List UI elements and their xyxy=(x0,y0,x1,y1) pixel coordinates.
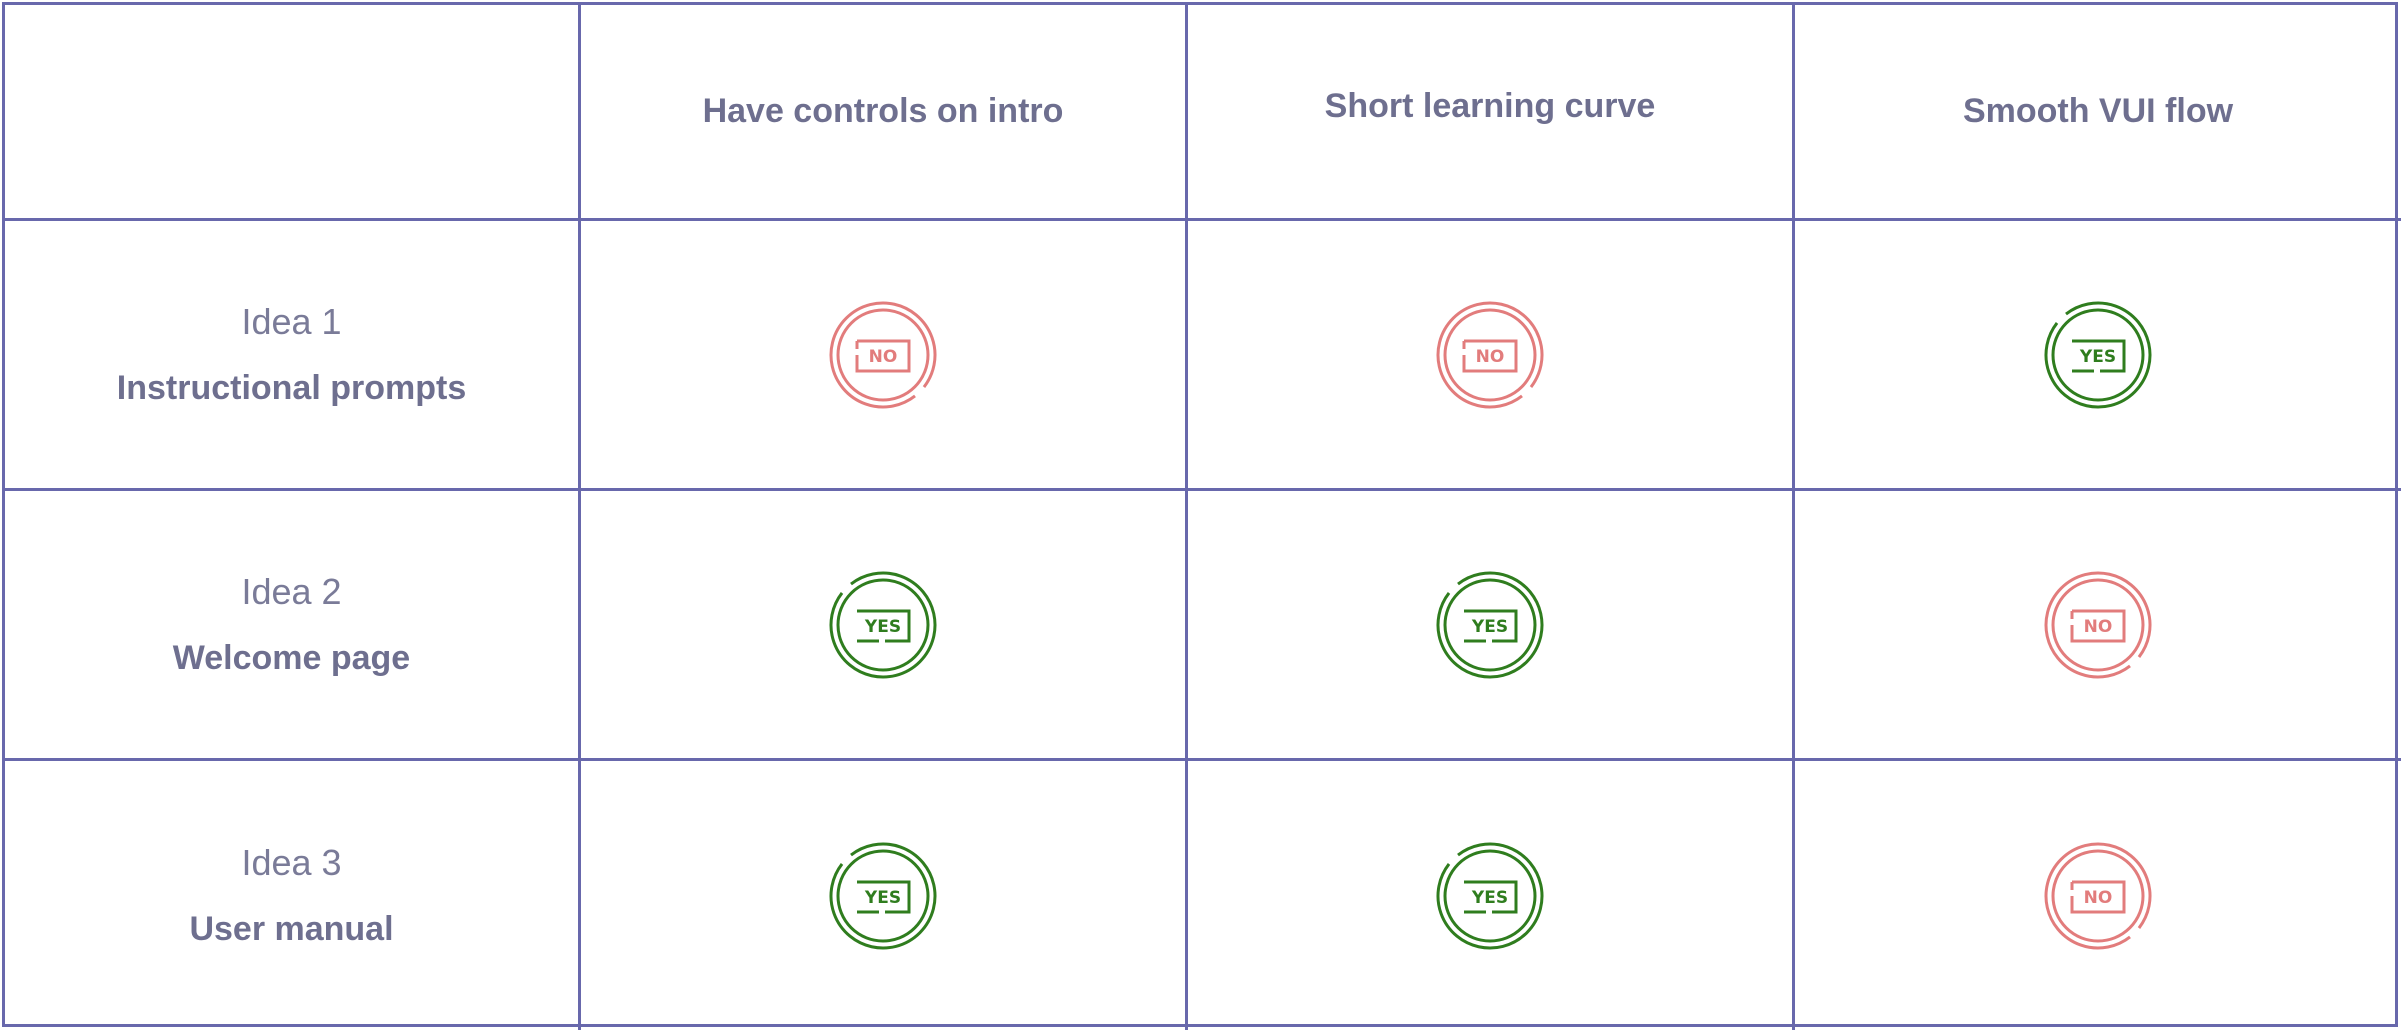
idea-number: Idea 1 xyxy=(241,301,342,342)
idea-number: Idea 2 xyxy=(241,571,342,612)
idea-name: User manual xyxy=(189,910,394,948)
value-cell: NO xyxy=(581,221,1188,491)
badge-label: YES xyxy=(864,888,901,908)
yes-badge-icon: YES xyxy=(1436,571,1544,678)
yes-badge-icon: YES xyxy=(2044,301,2152,408)
row-header-2: Idea 2 Welcome page xyxy=(5,491,581,761)
badge-label: NO xyxy=(1476,347,1505,367)
no-badge-icon: NO xyxy=(1436,301,1544,408)
yes-badge-icon: YES xyxy=(829,842,937,949)
yes-badge-icon: YES xyxy=(829,571,937,678)
idea-number: Idea 3 xyxy=(241,842,342,883)
column-header-2: Short learning curve xyxy=(1188,5,1795,221)
badge-label: NO xyxy=(2084,888,2113,908)
value-cell: YES xyxy=(1188,761,1795,1030)
badge-label: YES xyxy=(864,617,901,637)
value-cell: YES xyxy=(1795,221,2401,491)
corner-cell xyxy=(5,5,581,221)
no-badge-icon: NO xyxy=(2044,571,2152,678)
yes-badge-icon: YES xyxy=(1436,842,1544,949)
column-header-label: Smooth VUI flow xyxy=(1962,92,2234,130)
column-header-3: Smooth VUI flow xyxy=(1795,5,2401,221)
value-cell: YES xyxy=(581,491,1188,761)
value-cell: NO xyxy=(1188,221,1795,491)
no-badge-icon: NO xyxy=(2044,842,2152,949)
badge-label: NO xyxy=(869,347,898,367)
column-header-1: Have controls on intro xyxy=(581,5,1188,221)
column-header-label: Short learning curve xyxy=(1324,87,1656,125)
idea-name: Instructional prompts xyxy=(116,369,467,407)
value-cell: NO xyxy=(1795,491,2401,761)
row-header-3: Idea 3 User manual xyxy=(5,761,581,1030)
row-header-1: Idea 1 Instructional prompts xyxy=(5,221,581,491)
badge-label: YES xyxy=(2079,347,2116,367)
value-cell: NO xyxy=(1795,761,2401,1030)
idea-name: Welcome page xyxy=(172,639,411,677)
no-badge-icon: NO xyxy=(829,301,937,408)
comparison-table: Have controls on intro Short learning cu… xyxy=(2,2,2401,1030)
badge-label: NO xyxy=(2084,617,2113,637)
value-cell: YES xyxy=(581,761,1188,1030)
badge-label: YES xyxy=(1471,888,1508,908)
badge-label: YES xyxy=(1471,617,1508,637)
column-header-label: Have controls on intro xyxy=(702,92,1064,130)
value-cell: YES xyxy=(1188,491,1795,761)
